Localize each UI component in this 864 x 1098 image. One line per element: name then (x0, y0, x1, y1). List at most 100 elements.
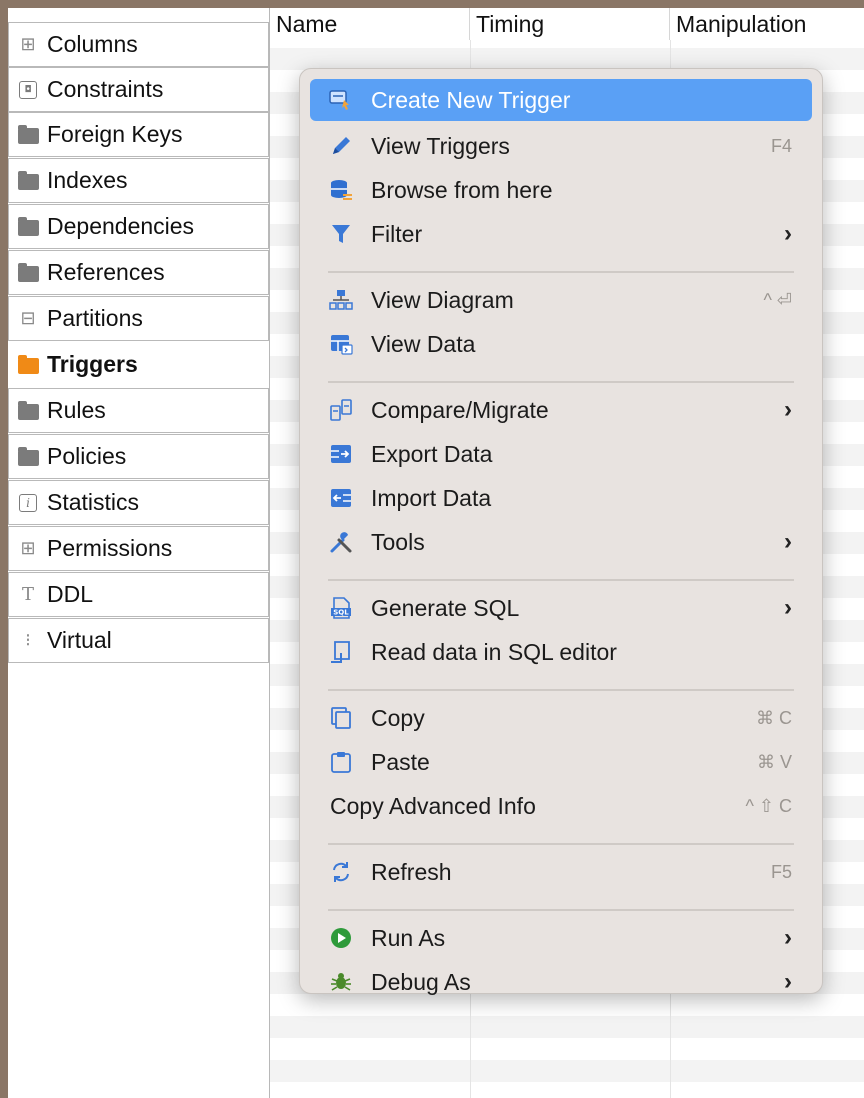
sql-icon: SQL (328, 595, 354, 621)
object-tabs-sidebar: ⊞ Columns ◘ Constraints Foreign Keys Ind… (8, 8, 270, 1098)
sidebar-item-references[interactable]: References (8, 250, 269, 295)
svg-text:SQL: SQL (333, 609, 349, 617)
sidebar-item-statistics[interactable]: i Statistics (8, 480, 269, 525)
menu-item-label: View Diagram (371, 286, 514, 313)
folder-icon (17, 262, 39, 284)
browse-database-icon (328, 177, 354, 203)
menu-item-compare-migrate[interactable]: Compare/Migrate › (310, 389, 812, 431)
menu-item-label: Copy (371, 704, 425, 731)
info-icon: i (17, 492, 39, 514)
submenu-chevron-icon: › (784, 528, 792, 555)
menu-item-copy[interactable]: Copy ⌘ C (310, 697, 812, 739)
menu-item-paste[interactable]: Paste ⌘ V (310, 741, 812, 783)
debug-icon (328, 969, 354, 995)
folder-icon (17, 170, 39, 192)
sidebar-item-rules[interactable]: Rules (8, 388, 269, 433)
sidebar-item-label: Rules (47, 397, 106, 423)
menu-item-label: Tools (371, 528, 425, 555)
column-header-timing[interactable]: Timing (470, 8, 670, 40)
refresh-icon (328, 859, 354, 885)
sidebar-item-indexes[interactable]: Indexes (8, 158, 269, 203)
menu-item-label: Filter (371, 220, 423, 247)
menu-separator (328, 271, 794, 273)
menu-item-label: Import Data (371, 484, 492, 511)
sidebar-item-label: Indexes (47, 167, 128, 193)
folder-icon (17, 124, 39, 146)
sidebar-item-label: DDL (47, 581, 94, 607)
filter-icon (328, 221, 354, 247)
menu-item-view-data[interactable]: View Data (310, 323, 812, 365)
import-icon (328, 485, 354, 511)
sidebar-item-label: Statistics (47, 489, 140, 515)
sidebar-item-label: Foreign Keys (47, 121, 183, 147)
folder-icon (17, 354, 39, 376)
compare-icon (328, 397, 354, 423)
menu-item-copy-advanced-info[interactable]: Copy Advanced Info ^ ⇧ C (310, 785, 812, 827)
context-menu: Create New Trigger View Triggers F4 Brow… (299, 68, 823, 995)
menu-separator (328, 843, 794, 845)
column-header-name[interactable]: Name (270, 8, 470, 40)
sql-editor-icon (328, 639, 354, 665)
table-row (270, 1060, 864, 1082)
menu-item-view-diagram[interactable]: View Diagram ^ ⏎ (310, 279, 812, 321)
menu-item-import-data[interactable]: Import Data (310, 477, 812, 519)
sidebar-item-dependencies[interactable]: Dependencies (8, 204, 269, 249)
export-icon (328, 441, 354, 467)
menu-item-debug-as[interactable]: Debug As › (310, 961, 812, 1003)
sidebar-item-label: Permissions (47, 535, 173, 561)
sidebar-item-permissions[interactable]: ⊞ Permissions (8, 526, 269, 571)
create-trigger-icon (328, 87, 354, 113)
sidebar-item-constraints[interactable]: ◘ Constraints (8, 67, 269, 112)
menu-item-generate-sql[interactable]: SQL Generate SQL › (310, 587, 812, 629)
sidebar-item-policies[interactable]: Policies (8, 434, 269, 479)
menu-item-view-triggers[interactable]: View Triggers F4 (310, 125, 812, 167)
shortcut-label: F4 (770, 135, 792, 156)
menu-item-tools[interactable]: Tools › (310, 521, 812, 563)
run-icon (328, 925, 354, 951)
menu-item-filter[interactable]: Filter › (310, 213, 812, 255)
menu-separator (328, 579, 794, 581)
sidebar-item-triggers[interactable]: Triggers (8, 342, 269, 387)
window: ⊞ Columns ◘ Constraints Foreign Keys Ind… (8, 8, 864, 1098)
submenu-chevron-icon: › (784, 594, 792, 621)
shortcut-label: F5 (770, 861, 792, 882)
table-row (270, 48, 864, 70)
menu-item-label: Copy Advanced Info (330, 792, 536, 819)
sidebar-item-foreign-keys[interactable]: Foreign Keys (8, 112, 269, 157)
menu-item-read-data-in-sql-editor[interactable]: Read data in SQL editor (310, 631, 812, 673)
folder-icon (17, 216, 39, 238)
menu-item-create-new-trigger[interactable]: Create New Trigger (310, 79, 812, 121)
view-data-icon (328, 331, 354, 357)
menu-item-label: Generate SQL (371, 594, 520, 621)
shortcut-label: ^ ⇧ C (745, 795, 792, 816)
submenu-chevron-icon: › (784, 968, 792, 995)
shortcut-label: ⌘ C (756, 707, 792, 728)
menu-item-label: Paste (371, 748, 430, 775)
sidebar-item-label: References (47, 259, 165, 285)
sidebar-item-ddl[interactable]: T DDL (8, 572, 269, 617)
copy-icon (328, 705, 354, 731)
sidebar-item-columns[interactable]: ⊞ Columns (8, 22, 269, 67)
menu-item-label: Create New Trigger (371, 86, 571, 113)
key-icon: ◘ (17, 79, 39, 101)
menu-item-label: View Triggers (371, 132, 510, 159)
menu-item-label: Refresh (371, 858, 452, 885)
virtual-icon: ⁝ (25, 630, 31, 650)
add-column-icon: ⊞ (20, 34, 36, 54)
menu-separator (328, 909, 794, 911)
ddl-icon: T (21, 584, 34, 605)
menu-item-refresh[interactable]: Refresh F5 (310, 851, 812, 893)
menu-item-run-as[interactable]: Run As › (310, 917, 812, 959)
table-row (270, 1016, 864, 1038)
sidebar-item-partitions[interactable]: ⊟ Partitions (8, 296, 269, 341)
menu-item-export-data[interactable]: Export Data (310, 433, 812, 475)
submenu-chevron-icon: › (784, 396, 792, 423)
menu-item-browse-from-here[interactable]: Browse from here (310, 169, 812, 211)
menu-item-label: View Data (371, 330, 476, 357)
column-header-manipulation[interactable]: Manipulation (670, 8, 864, 40)
sidebar-item-virtual[interactable]: ⁝ Virtual (8, 618, 269, 663)
menu-item-label: Compare/Migrate (371, 396, 549, 423)
folder-icon (17, 400, 39, 422)
sidebar-item-label: Triggers (47, 351, 138, 377)
sidebar-item-label: Dependencies (47, 213, 195, 239)
